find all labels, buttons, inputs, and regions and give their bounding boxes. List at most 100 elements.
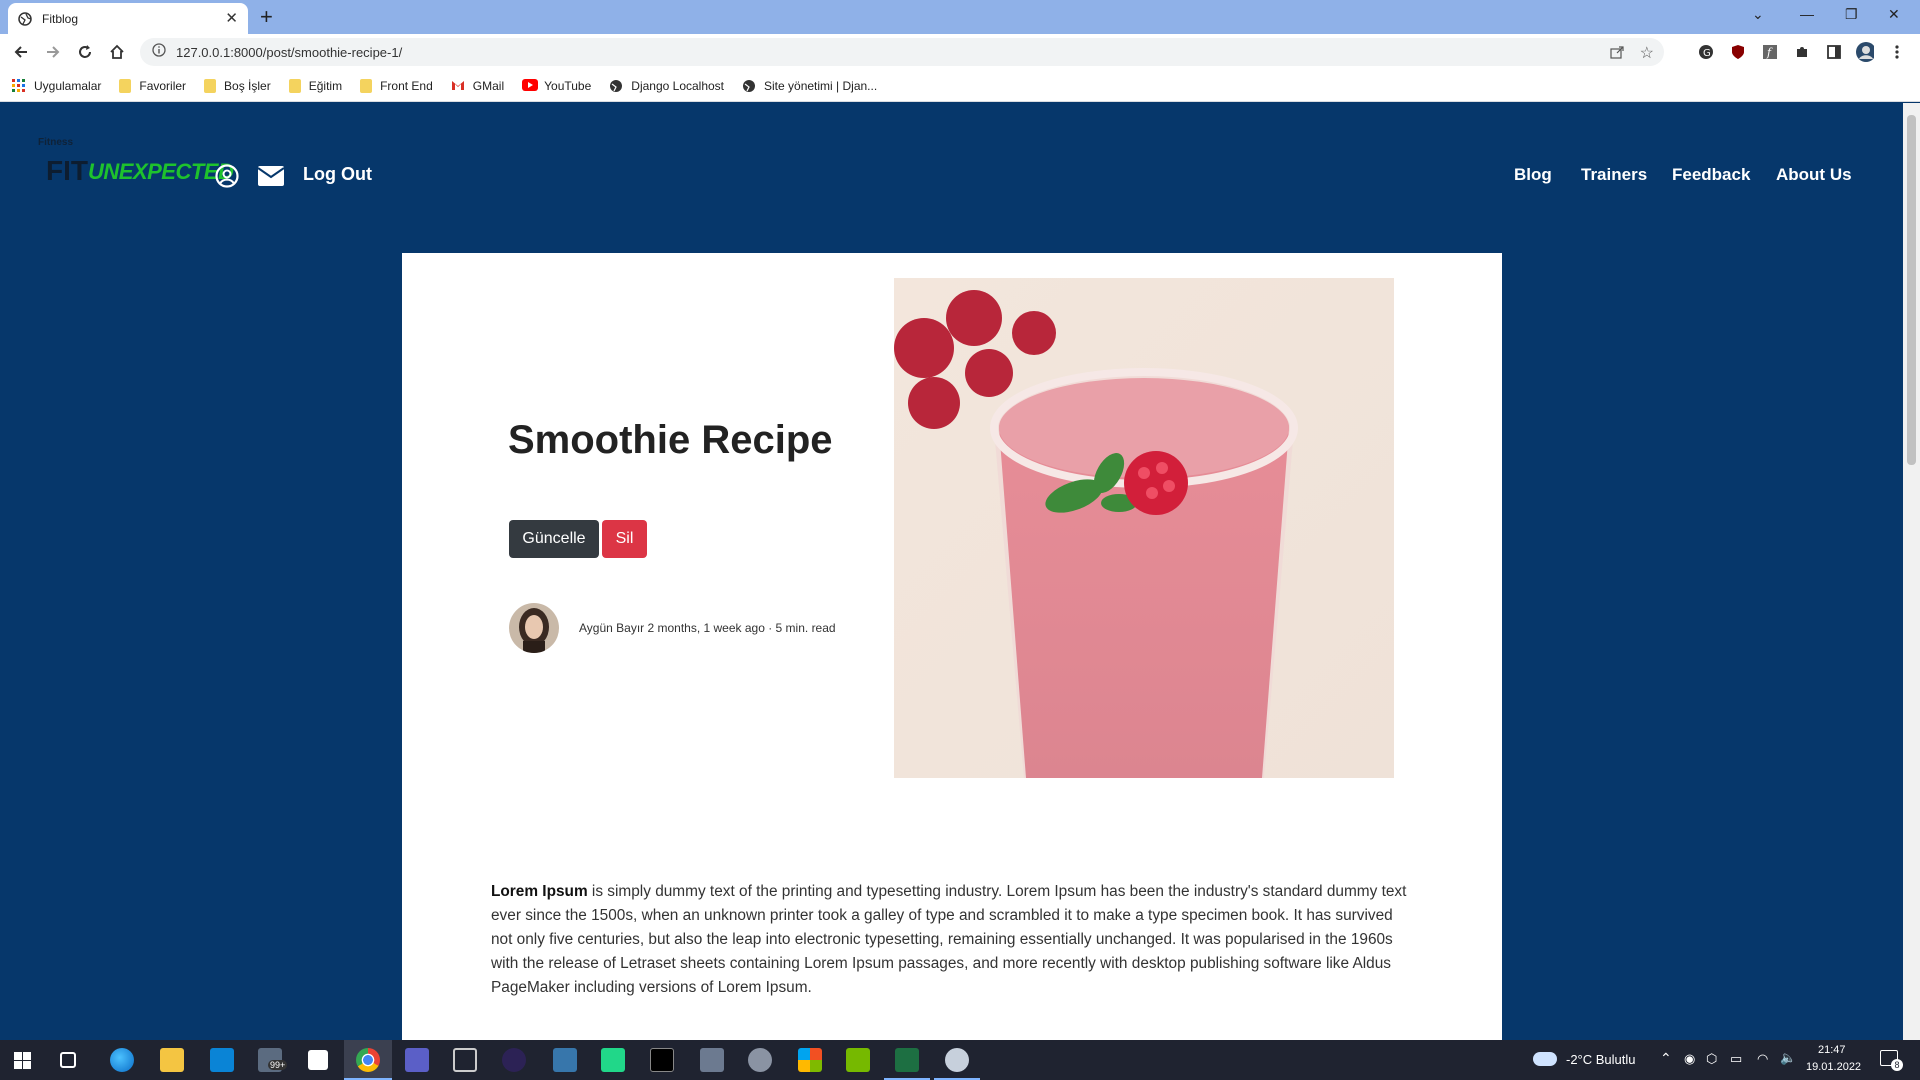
cmd-icon[interactable] [650, 1048, 674, 1072]
windows-start-icon[interactable] [14, 1052, 31, 1074]
ublock-icon[interactable] [1729, 43, 1747, 61]
author-avatar[interactable] [509, 603, 559, 653]
clock-time[interactable]: 21:47 [1818, 1044, 1846, 1056]
gmail-icon [451, 79, 465, 93]
post-card: Smoothie Recipe Güncelle Sil Aygün Bayır… [402, 253, 1502, 1040]
reload-icon[interactable] [75, 42, 95, 62]
task-view-icon[interactable] [60, 1052, 76, 1068]
minimize-icon[interactable]: — [1800, 6, 1814, 22]
restore-icon[interactable]: ❐ [1845, 6, 1858, 23]
globe-icon [742, 79, 756, 93]
youtube-icon [522, 78, 539, 93]
post-body: Lorem Ipsum is simply dummy text of the … [491, 880, 1411, 1000]
grammarly-icon[interactable]: G [1697, 43, 1715, 61]
bookmark-bos-isler[interactable]: Boş İşler [204, 78, 271, 93]
close-window-icon[interactable]: ✕ [1888, 6, 1900, 23]
python-icon[interactable] [553, 1048, 577, 1072]
edge-icon[interactable] [110, 1048, 134, 1072]
address-bar[interactable]: 127.0.0.1:8000/post/smoothie-recipe-1/ ☆ [140, 38, 1664, 66]
page-content: Fitness FIT UNEXPECTED Log Out Blog Trai… [0, 103, 1903, 1040]
store-icon[interactable] [210, 1048, 234, 1072]
envelope-icon[interactable] [257, 166, 285, 191]
update-button[interactable]: Güncelle [509, 520, 599, 558]
tab-fitblog[interactable]: Fitblog ✕ [8, 3, 248, 34]
bookmark-favoriler[interactable]: Favoriler [119, 78, 186, 93]
file-explorer-icon[interactable] [160, 1048, 184, 1072]
virtualbox-icon[interactable] [453, 1048, 477, 1072]
cloud-weather-icon[interactable] [1533, 1052, 1557, 1066]
terminal-app-icon[interactable] [308, 1050, 328, 1070]
tab-search-icon[interactable]: ⌄ [1752, 6, 1764, 23]
battery-icon[interactable]: ▭ [1730, 1051, 1742, 1067]
site-logo[interactable]: Fitness FIT UNEXPECTED [38, 137, 234, 187]
pycharm-icon[interactable] [601, 1048, 625, 1072]
nav-link-feedback[interactable]: Feedback [1672, 165, 1750, 185]
paint-icon[interactable] [945, 1048, 969, 1072]
extensions-puzzle-icon[interactable] [1793, 43, 1811, 61]
delete-button[interactable]: Sil [602, 520, 647, 558]
folder-icon [288, 78, 301, 93]
logo-small-text: Fitness [38, 137, 74, 148]
forward-arrow-icon[interactable] [43, 42, 63, 62]
bookmark-star-icon[interactable]: ☆ [1640, 43, 1654, 63]
bookmark-apps[interactable]: Uygulamalar [12, 78, 101, 93]
side-panel-icon[interactable] [1825, 43, 1843, 61]
globe-icon [609, 79, 623, 93]
smoothie-image [894, 278, 1394, 778]
page-scrollbar[interactable] [1903, 103, 1920, 1040]
notification-count: 8 [1891, 1059, 1903, 1071]
office-icon[interactable] [798, 1048, 822, 1072]
bookmark-youtube[interactable]: YouTube [522, 78, 592, 93]
bookmark-front-end[interactable]: Front End [360, 78, 433, 93]
wifi-icon[interactable]: ◠ [1757, 1051, 1768, 1067]
extension-f-icon[interactable]: f [1761, 43, 1779, 61]
scrollbar-thumb[interactable] [1907, 115, 1916, 465]
menu-kebab-icon[interactable] [1888, 43, 1906, 61]
notification-center-icon[interactable]: 8 [1880, 1050, 1903, 1071]
tab-strip: Fitblog ✕ + ⌄ — ❐ ✕ [0, 0, 1920, 34]
bookmark-label: YouTube [544, 78, 592, 93]
user-profile-icon[interactable] [215, 164, 239, 193]
teams-icon[interactable] [405, 1048, 429, 1072]
bookmark-label: Site yönetimi | Djan... [764, 78, 878, 93]
clock-date[interactable]: 19.01.2022 [1806, 1061, 1861, 1073]
bookmark-label: GMail [472, 78, 505, 93]
camera-icon[interactable] [748, 1048, 772, 1072]
weather-text[interactable]: -2°C Bulutlu [1566, 1052, 1636, 1067]
home-icon[interactable] [107, 42, 127, 62]
apps-grid-icon [12, 78, 26, 93]
nav-link-about-us[interactable]: About Us [1776, 165, 1852, 185]
tray-update-icon[interactable]: ⬡ [1706, 1051, 1717, 1067]
folder-icon [119, 78, 132, 93]
share-icon[interactable] [1610, 45, 1624, 64]
post-lead: Lorem Ipsum [491, 883, 588, 900]
bookmarks-bar: Uygulamalar Favoriler Boş İşler Eğitim F… [0, 70, 1920, 102]
bookmark-site-yonetimi[interactable]: Site yönetimi | Djan... [742, 79, 877, 93]
info-icon[interactable] [152, 42, 166, 62]
nav-link-trainers[interactable]: Trainers [1581, 165, 1647, 185]
bookmark-egitim[interactable]: Eğitim [288, 78, 342, 93]
svg-text:G: G [1703, 48, 1711, 59]
post-meta: Aygün Bayır 2 months, 1 week ago · 5 min… [579, 621, 836, 635]
mail-app-icon[interactable]: 99+ [258, 1048, 288, 1072]
eclipse-icon[interactable] [502, 1048, 526, 1072]
bookmark-gmail[interactable]: GMail [451, 79, 504, 93]
tray-chevron-icon[interactable]: ⌃ [1660, 1050, 1672, 1067]
url-text: 127.0.0.1:8000/post/smoothie-recipe-1/ [176, 44, 403, 60]
nav-link-blog[interactable]: Blog [1514, 165, 1552, 185]
tray-camera-icon[interactable]: ◉ [1684, 1051, 1695, 1067]
back-arrow-icon[interactable] [11, 42, 31, 62]
new-tab-button[interactable]: + [260, 4, 273, 30]
logout-link[interactable]: Log Out [303, 164, 372, 185]
close-tab-icon[interactable]: ✕ [225, 11, 238, 26]
calculator-icon[interactable] [700, 1048, 724, 1072]
bookmark-django-localhost[interactable]: Django Localhost [609, 79, 724, 93]
excel-icon[interactable] [895, 1048, 919, 1072]
folder-icon [360, 78, 373, 93]
volume-icon[interactable]: 🔈 [1780, 1050, 1796, 1066]
browser-toolbar: 127.0.0.1:8000/post/smoothie-recipe-1/ ☆… [0, 34, 1920, 70]
logo-text: UNEXPECTED [88, 159, 234, 184]
profile-avatar[interactable] [1856, 42, 1874, 62]
nvidia-icon[interactable] [846, 1048, 870, 1072]
chrome-icon[interactable] [356, 1048, 380, 1072]
